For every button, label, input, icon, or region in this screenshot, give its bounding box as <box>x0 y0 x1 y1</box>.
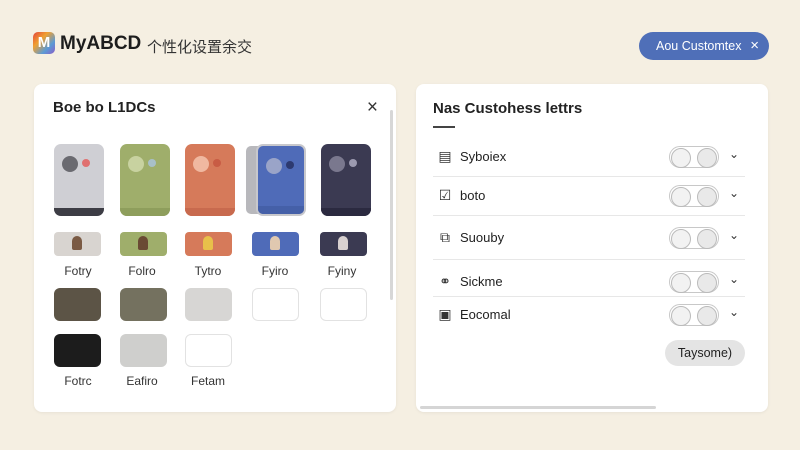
app-subtitle: 个性化设置余交 <box>147 38 253 56</box>
preview-circle <box>193 156 209 172</box>
chevron-down-icon[interactable]: ⌄ <box>729 186 739 200</box>
theme-label: Fotrc <box>64 374 92 388</box>
theme-thumb-2[interactable] <box>120 232 167 256</box>
setting-label: Syboiex <box>460 149 507 164</box>
row-divider <box>433 176 745 177</box>
color-swatch-8[interactable] <box>185 334 232 367</box>
chevron-down-icon[interactable]: ⌄ <box>729 305 739 319</box>
setting-label: Suouby <box>460 230 505 245</box>
setting-label: Sickme <box>460 274 503 289</box>
preview-dot <box>82 159 90 167</box>
setting-toggle[interactable] <box>669 304 719 326</box>
setting-label: Eocomal <box>460 307 511 322</box>
app-logo-icon: M <box>33 32 55 54</box>
preview-dot <box>286 161 294 169</box>
document-icon: ▤ <box>438 148 452 164</box>
panel-scrollbar[interactable] <box>390 110 393 300</box>
color-swatch-3[interactable] <box>185 288 232 321</box>
customize-button-label: Aou Customtex <box>656 39 742 53</box>
avatar-figure-icon <box>138 236 148 250</box>
save-button[interactable]: Taysome) <box>665 340 745 366</box>
preview-dot <box>148 159 156 167</box>
checkbox-icon: ☑ <box>438 187 452 203</box>
preview-circle <box>329 156 345 172</box>
setting-label: boto <box>460 188 486 203</box>
setting-toggle[interactable] <box>669 146 719 168</box>
avatar-figure-icon <box>338 236 348 250</box>
theme-preview-3[interactable] <box>185 144 235 216</box>
avatar-figure-icon <box>270 236 280 250</box>
preview-bar <box>54 208 104 216</box>
preview-circle <box>128 156 144 172</box>
setting-row-2: ☑ boto ⌄ <box>433 183 745 207</box>
setting-row-3: ⧉ Suouby ⌄ <box>433 225 745 249</box>
theme-label: Folro <box>128 264 156 278</box>
theme-label: Fetam <box>190 374 225 388</box>
preview-dot <box>213 159 221 167</box>
settings-panel-title: Nas Custohess lettrs <box>433 100 583 117</box>
theme-thumb-3[interactable] <box>185 232 232 256</box>
color-swatch-4[interactable] <box>252 288 299 321</box>
preview-circle <box>62 156 78 172</box>
chevron-down-icon[interactable]: ⌄ <box>729 147 739 161</box>
theme-preview-2[interactable] <box>120 144 170 216</box>
preview-circle <box>266 158 282 174</box>
theme-panel-title: Boe bo L1DCs <box>53 99 156 116</box>
setting-toggle[interactable] <box>669 185 719 207</box>
color-swatch-2[interactable] <box>120 288 167 321</box>
chevron-down-icon[interactable]: ⌄ <box>729 228 739 242</box>
app-title: MyABCD <box>60 33 142 54</box>
theme-thumb-5[interactable] <box>320 232 367 256</box>
preview-bar <box>321 208 371 216</box>
row-divider <box>433 259 745 260</box>
settings-panel: Nas Custohess lettrs ▤ Syboiex ⌄ ☑ boto … <box>416 84 768 412</box>
color-swatch-6[interactable] <box>54 334 101 367</box>
preview-bar <box>258 206 304 214</box>
theme-panel: Boe bo L1DCs × Fotry Folro Tytro Fyiro F… <box>34 84 396 412</box>
preview-bar <box>120 208 170 216</box>
theme-preview-4[interactable] <box>256 144 306 216</box>
avatar-figure-icon <box>72 236 82 250</box>
row-divider <box>433 215 745 216</box>
title-underline <box>433 126 455 128</box>
setting-row-1: ▤ Syboiex ⌄ <box>433 144 745 168</box>
theme-thumb-4[interactable] <box>252 232 299 256</box>
preview-dot <box>349 159 357 167</box>
theme-label: Fyiny <box>327 264 357 278</box>
preview-bar <box>185 208 235 216</box>
avatar-figure-icon <box>203 236 213 250</box>
theme-label: Fyiro <box>261 264 289 278</box>
setting-row-4: ⚭ Sickme ⌄ <box>433 269 745 293</box>
theme-label: Tytro <box>194 264 222 278</box>
link-icon: ⚭ <box>439 273 451 289</box>
color-swatch-7[interactable] <box>120 334 167 367</box>
setting-toggle[interactable] <box>669 227 719 249</box>
setting-row-5: ▣ Eocomal ⌄ <box>433 302 745 326</box>
theme-label: Eafiro <box>126 374 158 388</box>
gallery-icon: ⧉ <box>440 229 450 245</box>
theme-preview-1[interactable] <box>54 144 104 216</box>
row-divider <box>433 296 745 297</box>
chevron-down-icon[interactable]: ⌄ <box>729 272 739 286</box>
theme-preview-5[interactable] <box>321 144 371 216</box>
customize-button[interactable]: Aou Customtex × <box>639 32 769 60</box>
color-swatch-1[interactable] <box>54 288 101 321</box>
setting-toggle[interactable] <box>669 271 719 293</box>
close-icon[interactable]: × <box>750 37 759 54</box>
theme-label: Fotry <box>64 264 92 278</box>
horizontal-scrollbar[interactable] <box>420 406 656 409</box>
panel-close-icon[interactable]: × <box>367 97 378 119</box>
color-swatch-5[interactable] <box>320 288 367 321</box>
calendar-icon: ▣ <box>438 306 452 322</box>
theme-thumb-1[interactable] <box>54 232 101 256</box>
